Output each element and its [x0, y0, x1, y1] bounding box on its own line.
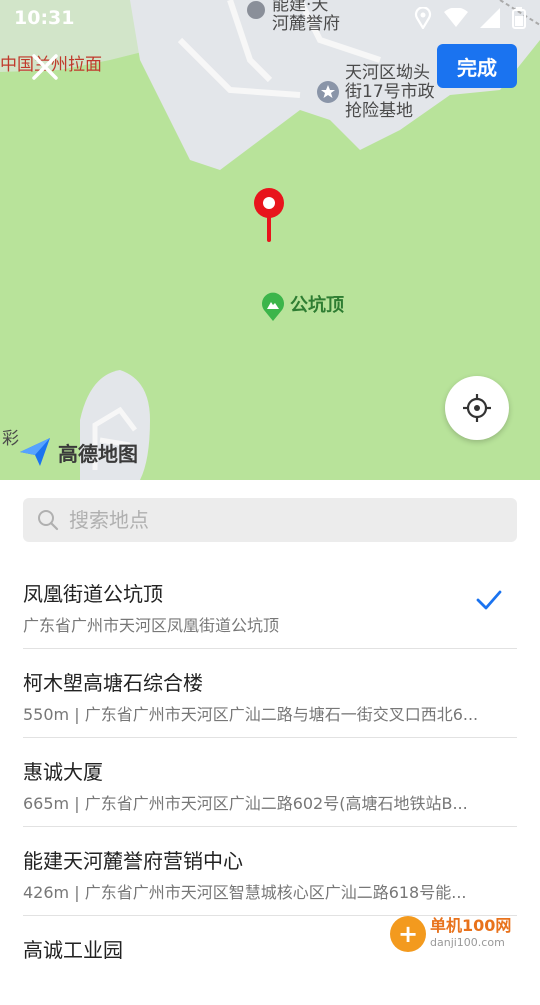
search-input[interactable] — [67, 507, 471, 533]
search-icon — [38, 510, 59, 531]
result-name: 惠诚大厦 — [23, 760, 103, 784]
result-item-2[interactable]: 惠诚大厦 665m | 广东省广州市天河区广汕二路602号(高塘石地铁站B... — [23, 738, 517, 827]
map-poi-right[interactable]: 天河区坳头 街17号市政 抢险基地 — [345, 64, 435, 121]
result-name: 柯木塱高塘石综合楼 — [23, 671, 203, 695]
map-poi-right-label: 天河区坳头 街17号市政 抢险基地 — [345, 63, 435, 121]
result-address: 550m | 广东省广州市天河区广汕二路与塘石一街交叉口西北6... — [23, 705, 479, 724]
wifi-icon — [444, 8, 468, 27]
locate-button[interactable] — [445, 376, 509, 440]
amap-logo: 高德地图 — [18, 436, 138, 468]
status-icons — [414, 7, 526, 29]
checkmark-icon — [476, 590, 502, 610]
done-button[interactable]: 完成 — [437, 44, 517, 88]
result-item-1[interactable]: 柯木塱高塘石综合楼 550m | 广东省广州市天河区广汕二路与塘石一街交叉口西北… — [23, 649, 517, 738]
result-name: 高诚工业园 — [23, 938, 123, 962]
watermark-title: 单机100网 — [430, 916, 512, 935]
amap-logo-icon — [20, 438, 50, 466]
location-status-icon — [414, 7, 432, 29]
close-icon — [32, 54, 58, 80]
result-address: 广东省广州市天河区凤凰街道公坑顶 — [23, 616, 280, 635]
watermark-plus-icon: + — [390, 916, 426, 952]
watermark-url: danji100.com — [430, 936, 505, 949]
result-address: 665m | 广东省广州市天河区广汕二路602号(高塘石地铁站B... — [23, 794, 468, 813]
mountain-icon — [260, 292, 286, 327]
map-poi-summit[interactable]: 公坑顶 — [290, 296, 344, 315]
result-item-0[interactable]: 凤凰街道公坑顶 广东省广州市天河区凤凰街道公坑顶 — [23, 560, 517, 649]
watermark-text: 单机100网 danji100.com — [430, 917, 511, 951]
map-poi-summit-label: 公坑顶 — [290, 295, 344, 316]
search-bar[interactable] — [23, 498, 517, 542]
map-edge-label-text: 彩 — [2, 429, 19, 449]
map-edge-label: 彩 — [2, 430, 19, 449]
result-item-3[interactable]: 能建天河麓誉府营销中心 426m | 广东省广州市天河区智慧城核心区广汕二路61… — [23, 827, 517, 916]
location-pin-icon[interactable] — [252, 186, 286, 246]
result-name: 能建天河麓誉府营销中心 — [23, 849, 243, 873]
battery-icon — [512, 7, 526, 29]
status-bar: 10:31 — [0, 0, 540, 36]
star-icon — [316, 80, 340, 109]
location-panel: 凤凰街道公坑顶 广东省广州市天河区凤凰街道公坑顶 柯木塱高塘石综合楼 550m … — [0, 480, 540, 962]
status-time: 10:31 — [14, 7, 75, 29]
amap-logo-text: 高德地图 — [58, 441, 138, 466]
result-address: 426m | 广东省广州市天河区智慧城核心区广汕二路618号能... — [23, 883, 467, 902]
result-name: 凤凰街道公坑顶 — [23, 582, 163, 606]
signal-icon — [480, 8, 500, 28]
watermark: + 单机100网 danji100.com — [390, 916, 511, 952]
close-button[interactable] — [28, 50, 62, 84]
crosshair-icon — [463, 394, 491, 422]
